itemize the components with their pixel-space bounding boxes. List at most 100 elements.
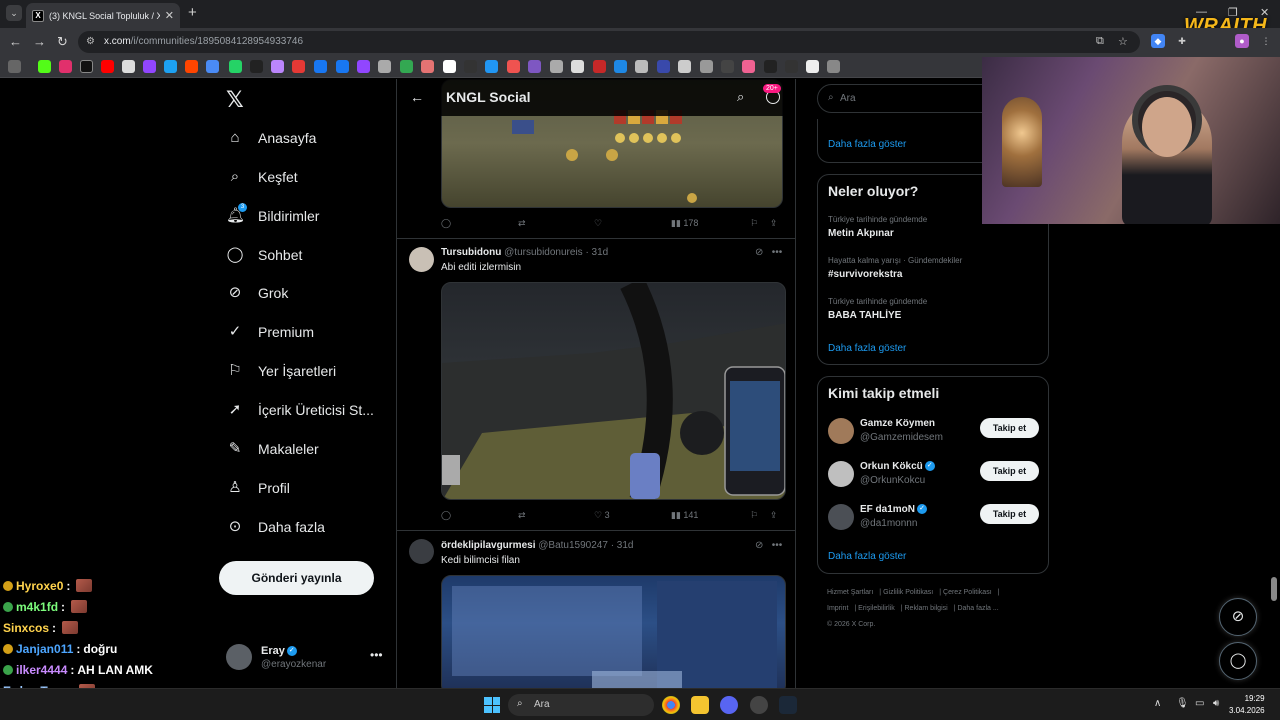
footer-link[interactable]: Imprint xyxy=(827,605,848,612)
start-button[interactable] xyxy=(484,697,500,713)
bookmark-youtube-icon[interactable] xyxy=(101,60,114,73)
bookmark-icon[interactable] xyxy=(657,60,670,73)
sidebar-item-grok[interactable]: ⊘ Grok xyxy=(226,278,289,308)
sidebar-item-creator-studio[interactable]: ➚ İçerik Üreticisi St... xyxy=(226,395,374,425)
apps-grid-icon[interactable] xyxy=(8,60,21,73)
follow-suggestion[interactable]: Gamze Köymen @Gamzemidesem Takip et xyxy=(828,415,1040,449)
trend-item[interactable]: BABA TAHLİYE xyxy=(828,310,901,321)
bookmark-whatsapp-icon[interactable] xyxy=(229,60,242,73)
bookmark-icon[interactable] xyxy=(764,60,777,73)
bookmark-facebook-icon[interactable] xyxy=(336,60,349,73)
sidebar-item-articles[interactable]: ✎ Makaleler xyxy=(226,434,319,464)
avatar[interactable] xyxy=(409,539,434,564)
sidebar-item-home[interactable]: ⌂ Anasayfa xyxy=(226,123,316,153)
views-icon[interactable]: ▮▮ 141 xyxy=(671,510,698,521)
repost-icon[interactable]: ⇄ xyxy=(518,218,526,229)
bookmark-twitch-icon[interactable] xyxy=(357,60,370,73)
post-image[interactable] xyxy=(441,575,786,688)
bookmark-icon[interactable] xyxy=(593,60,606,73)
bookmark-icon[interactable] xyxy=(206,60,219,73)
bookmark-icon[interactable] xyxy=(314,60,327,73)
tab-list-button[interactable]: ⌄ xyxy=(6,5,22,21)
bookmark-icon[interactable] xyxy=(507,60,520,73)
bookmark-icon[interactable] xyxy=(550,60,563,73)
page-scrollbar[interactable] xyxy=(1271,577,1277,601)
bookmark-icon[interactable] xyxy=(443,60,456,73)
bookmark-icon[interactable] xyxy=(143,60,156,73)
sidebar-item-more[interactable]: ⊙ Daha fazla xyxy=(226,512,325,542)
post-author-name[interactable]: ördeklipilavgurmesi xyxy=(441,540,535,551)
follow-suggestion[interactable]: EF da1moN ✓ @da1monnn Takip et xyxy=(828,501,1040,535)
grok-icon[interactable]: ⊘ xyxy=(755,247,763,258)
profile-avatar-icon[interactable]: ● xyxy=(1235,34,1249,48)
grok-fab-button[interactable]: ⊘ xyxy=(1219,598,1257,636)
bookmark-icon[interactable] xyxy=(464,60,477,73)
footer-link[interactable]: Daha fazla ... xyxy=(957,605,998,612)
more-dots-icon[interactable]: ••• xyxy=(772,540,783,551)
bookmark-icon[interactable]: ⚐ xyxy=(750,510,758,521)
bookmark-icon[interactable] xyxy=(528,60,541,73)
sidebar-item-notifications[interactable]: 🔔︎ 3 Bildirimler xyxy=(226,201,319,231)
sidebar-item-bookmarks[interactable]: ⚐ Yer İşaretleri xyxy=(226,356,336,386)
repost-icon[interactable]: ⇄ xyxy=(518,510,526,521)
volume-icon[interactable]: 🔊︎ xyxy=(1213,698,1219,709)
follow-suggestion[interactable]: Orkun Kökcü ✓ @OrkunKokcu Takip et xyxy=(828,458,1040,492)
address-bar[interactable]: ⚙ x.com/i/communities/189508412895493374… xyxy=(78,31,1140,53)
bookmark-icon[interactable] xyxy=(678,60,691,73)
new-tab-button[interactable]: + xyxy=(188,4,197,21)
bookmark-icon[interactable] xyxy=(721,60,734,73)
footer-link[interactable]: Çerez Politikası xyxy=(943,589,992,596)
show-more-link[interactable]: Daha fazla göster xyxy=(828,139,906,150)
footer-link[interactable]: Erişilebilirlik xyxy=(858,605,895,612)
bookmark-icon[interactable] xyxy=(785,60,798,73)
browser-menu-icon[interactable]: ⋮ xyxy=(1259,34,1273,48)
back-icon[interactable]: ← xyxy=(9,34,22,49)
share-icon[interactable]: ⇪ xyxy=(770,218,778,229)
bookmark-icon[interactable]: ⚐ xyxy=(750,218,758,229)
bookmark-star-icon[interactable]: ☆ xyxy=(1118,35,1128,48)
search-icon[interactable]: ⌕ xyxy=(737,89,744,105)
browser-tab-active[interactable]: X (3) KNGL Social Topluluk / X ✕ xyxy=(26,3,180,28)
bookmark-kick-icon[interactable] xyxy=(38,60,51,73)
grok-icon[interactable]: ⊘ xyxy=(755,540,763,551)
bookmark-icon[interactable] xyxy=(378,60,391,73)
bookmark-instagram-icon[interactable] xyxy=(59,60,72,73)
post-video[interactable] xyxy=(441,282,786,500)
bookmark-icon[interactable] xyxy=(292,60,305,73)
steam-icon[interactable] xyxy=(779,696,797,714)
footer-link[interactable]: Gizlilik Politikası xyxy=(883,589,933,596)
sidebar-item-profile[interactable]: ♙ Profil xyxy=(226,473,290,503)
more-dots-icon[interactable]: ••• xyxy=(370,648,383,662)
bookmark-icon[interactable] xyxy=(700,60,713,73)
microphone-icon[interactable]: 🎙︎ xyxy=(1176,698,1189,709)
more-dots-icon[interactable]: ••• xyxy=(772,247,783,258)
x-logo-icon[interactable]: 𝕏 xyxy=(226,87,244,113)
like-icon[interactable]: ♡ 3 xyxy=(594,510,610,521)
follow-button[interactable]: Takip et xyxy=(980,504,1039,524)
show-more-link[interactable]: Daha fazla göster xyxy=(828,343,906,354)
back-arrow-icon[interactable]: ← xyxy=(410,89,424,105)
bookmark-icon[interactable] xyxy=(400,60,413,73)
bookmark-x-icon[interactable] xyxy=(80,60,93,73)
install-app-icon[interactable]: ⧉ xyxy=(1096,35,1104,48)
bookmark-icon[interactable] xyxy=(250,60,263,73)
bookmark-icon[interactable] xyxy=(742,60,755,73)
reply-icon[interactable]: ◯ xyxy=(441,218,451,229)
reply-icon[interactable]: ◯ xyxy=(441,510,451,521)
network-icon[interactable]: ▭ xyxy=(1195,698,1204,709)
like-icon[interactable]: ♡ xyxy=(594,218,602,229)
trend-item[interactable]: Metin Akpınar xyxy=(828,228,894,239)
post-author-name[interactable]: Tursubidonu xyxy=(441,247,501,258)
bookmark-icon[interactable] xyxy=(271,60,284,73)
share-icon[interactable]: ⇪ xyxy=(770,510,778,521)
messages-fab-button[interactable]: ◯ xyxy=(1219,642,1257,680)
sidebar-item-chat[interactable]: ◯ Sohbet xyxy=(226,240,303,270)
bookmark-google-icon[interactable] xyxy=(122,60,135,73)
bookmark-icon[interactable] xyxy=(571,60,584,73)
taskbar-search-input[interactable]: ⌕ Ara xyxy=(508,694,654,716)
bookmark-icon[interactable] xyxy=(164,60,177,73)
tray-chevron-icon[interactable]: ∧ xyxy=(1154,698,1161,709)
chrome-icon[interactable] xyxy=(662,696,680,714)
bookmark-icon[interactable] xyxy=(827,60,840,73)
follow-button[interactable]: Takip et xyxy=(980,418,1039,438)
